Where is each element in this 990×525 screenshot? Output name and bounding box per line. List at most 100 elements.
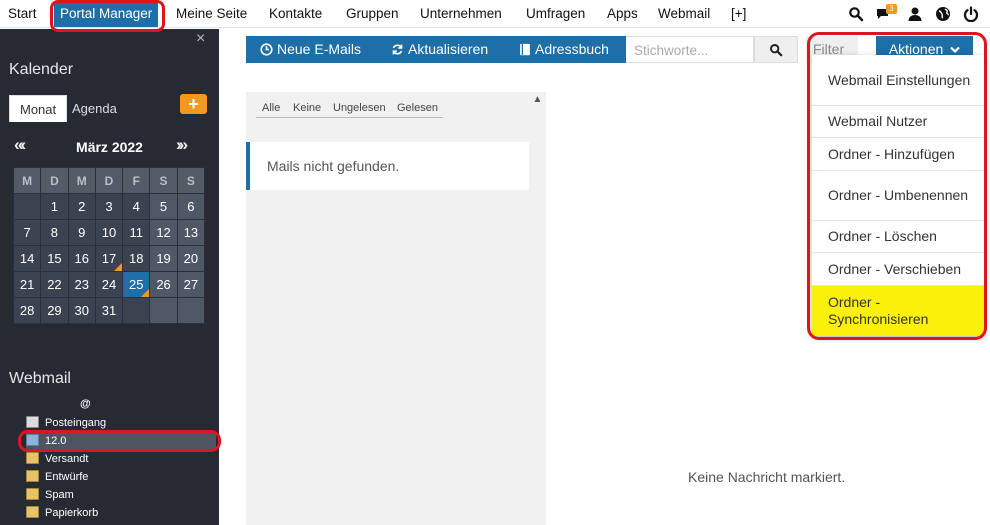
menu-item-folder-add[interactable]: Ordner - Hinzufügen — [812, 138, 984, 171]
weekday-header: D — [94, 167, 124, 194]
user-icon[interactable] — [907, 6, 923, 22]
calendar-day[interactable]: 6 — [176, 193, 206, 220]
search-input[interactable]: Stichworte... — [626, 36, 754, 63]
calendar-day[interactable]: 8 — [40, 219, 69, 246]
nav-apps[interactable]: Apps — [607, 0, 638, 28]
close-icon[interactable]: × — [196, 30, 205, 48]
tab-month[interactable]: Monat — [9, 95, 68, 122]
calendar-day[interactable]: 27 — [176, 271, 206, 298]
calendar-today[interactable]: 25 — [122, 271, 151, 298]
calendar-day[interactable]: 9 — [67, 219, 96, 246]
inbox-icon — [26, 416, 39, 428]
calendar-day[interactable]: 28 — [12, 297, 42, 324]
nav-add[interactable]: [+] — [731, 0, 746, 28]
calendar-day[interactable]: 7 — [12, 219, 42, 246]
folder-label: Versandt — [45, 453, 89, 465]
filter-all[interactable]: Alle — [262, 102, 280, 114]
calendar-day-with-event[interactable]: 17 — [94, 245, 124, 272]
menu-item-folder-sync[interactable]: Ordner - Synchronisieren — [812, 286, 984, 336]
calendar-day[interactable]: 22 — [40, 271, 69, 298]
folder-label: Posteingang — [45, 417, 107, 429]
calendar-day[interactable]: 11 — [122, 219, 151, 246]
calendar-day[interactable]: 30 — [67, 297, 96, 324]
calendar-day[interactable]: 23 — [67, 271, 96, 298]
top-navigation: Start Portal Manager Meine Seite Kontakt… — [0, 0, 990, 28]
nav-start[interactable]: Start — [8, 0, 37, 28]
nav-webmail[interactable]: Webmail — [658, 0, 710, 28]
actions-dropdown-menu: Webmail Einstellungen Webmail Nutzer Ord… — [812, 55, 984, 336]
calendar-day[interactable]: 16 — [67, 245, 96, 272]
calendar-day[interactable]: 31 — [94, 297, 124, 324]
refresh-icon — [392, 44, 403, 55]
previous-month-button[interactable]: «‹ — [14, 135, 26, 155]
folder-spam[interactable]: Spam — [26, 486, 216, 504]
nav-portal-manager[interactable]: Portal Manager — [54, 1, 159, 27]
weekday-header: M — [67, 167, 96, 194]
menu-item-webmail-users[interactable]: Webmail Nutzer — [812, 106, 984, 138]
folder-label: Papierkorb — [45, 507, 99, 519]
next-month-button[interactable]: ›» — [176, 135, 188, 155]
calendar-day[interactable]: 12 — [149, 219, 178, 246]
filter-unread[interactable]: Ungelesen — [333, 102, 386, 114]
nav-unternehmen[interactable]: Unternehmen — [420, 0, 502, 28]
weekday-header: F — [122, 167, 151, 194]
power-icon[interactable] — [963, 6, 979, 22]
globe-icon[interactable] — [935, 6, 951, 22]
search-button[interactable] — [754, 36, 798, 63]
spam-icon — [26, 488, 39, 500]
menu-item-folder-rename[interactable]: Ordner - Umbenennen — [812, 171, 984, 221]
calendar-empty-cell — [149, 297, 178, 324]
calendar-day[interactable]: 26 — [149, 271, 178, 298]
filter-none[interactable]: Keine — [293, 102, 321, 114]
calendar-day[interactable]: 21 — [12, 271, 42, 298]
scrollbar[interactable]: ▲ — [529, 92, 546, 525]
new-mail-label: Neue E-Mails — [277, 41, 362, 57]
filter-underline — [256, 117, 443, 118]
clock-icon — [260, 43, 273, 56]
calendar-day[interactable]: 13 — [176, 219, 206, 246]
calendar-empty-cell — [176, 297, 206, 324]
calendar-day[interactable]: 14 — [12, 245, 42, 272]
folder-drafts[interactable]: Entwürfe — [26, 468, 216, 486]
folder-sent[interactable]: Versandt — [26, 450, 216, 468]
folder-12-0[interactable]: 12.0 — [26, 432, 216, 450]
menu-item-folder-delete[interactable]: Ordner - Löschen — [812, 221, 984, 253]
addressbook-button[interactable]: Adressbuch — [505, 36, 626, 63]
calendar-day[interactable]: 15 — [40, 245, 69, 272]
calendar-day[interactable]: 29 — [40, 297, 69, 324]
trash-icon — [26, 506, 39, 518]
calendar-day[interactable]: 2 — [67, 193, 96, 220]
filter-read[interactable]: Gelesen — [397, 102, 438, 114]
calendar-day[interactable]: 5 — [149, 193, 178, 220]
menu-item-webmail-settings[interactable]: Webmail Einstellungen — [812, 55, 984, 106]
refresh-button[interactable]: Aktualisieren — [377, 36, 505, 63]
calendar-heading: Kalender — [9, 61, 74, 78]
folder-label: Spam — [45, 489, 74, 501]
calendar-day[interactable]: 3 — [94, 193, 124, 220]
menu-item-folder-move[interactable]: Ordner - Verschieben — [812, 253, 984, 286]
sidebar: × Kalender Monat Agenda + «‹ März 2022 ›… — [0, 29, 219, 525]
calendar-day[interactable]: 1 — [40, 193, 69, 220]
calendar-day[interactable]: 18 — [122, 245, 151, 272]
folder-label: 12.0 — [45, 435, 67, 447]
nav-kontakte[interactable]: Kontakte — [269, 0, 322, 28]
calendar-day[interactable]: 20 — [176, 245, 206, 272]
mail-account[interactable]: @ — [80, 398, 91, 410]
nav-meine-seite[interactable]: Meine Seite — [176, 0, 247, 28]
tab-agenda[interactable]: Agenda — [62, 95, 127, 122]
search-icon[interactable] — [848, 6, 864, 22]
new-mail-button[interactable]: Neue E-Mails — [246, 36, 377, 63]
calendar-day[interactable]: 4 — [122, 193, 151, 220]
nav-gruppen[interactable]: Gruppen — [346, 0, 399, 28]
scroll-up-arrow[interactable]: ▲ — [529, 94, 546, 105]
calendar-day[interactable]: 24 — [94, 271, 124, 298]
calendar-empty-cell — [122, 297, 151, 324]
nav-umfragen[interactable]: Umfragen — [526, 0, 585, 28]
weekday-header: D — [40, 167, 69, 194]
weekday-header: S — [176, 167, 206, 194]
folder-inbox[interactable]: Posteingang — [26, 414, 216, 432]
calendar-day[interactable]: 19 — [149, 245, 178, 272]
add-event-button[interactable]: + — [180, 94, 207, 114]
calendar-day[interactable]: 10 — [94, 219, 124, 246]
folder-trash[interactable]: Papierkorb — [26, 504, 216, 522]
